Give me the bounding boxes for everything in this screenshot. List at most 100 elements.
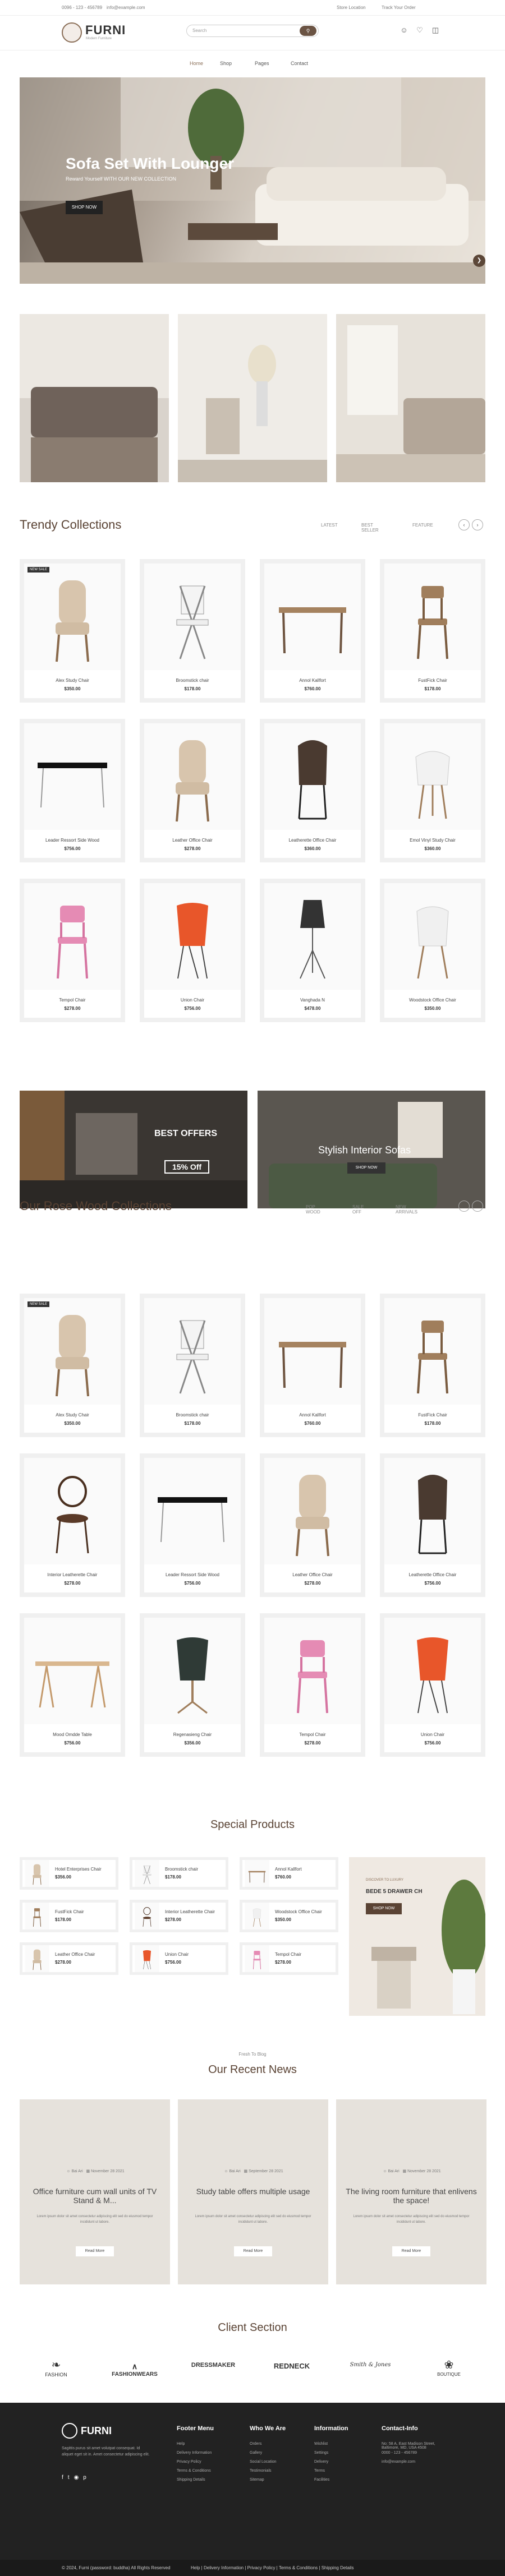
product-image[interactable]	[264, 723, 361, 830]
special-product-image[interactable]	[135, 1860, 159, 1887]
footer-link[interactable]: Testimonials	[250, 2469, 311, 2473]
track-order-link[interactable]: Track Your Order	[382, 5, 416, 10]
client-logo[interactable]: ❀ BOUTIQUE	[415, 2358, 483, 2392]
hero-shop-button[interactable]: SHOP NOW	[66, 201, 103, 214]
product-name[interactable]: Leader Ressort Side Wood	[24, 838, 121, 843]
product-card[interactable]: NEW SALE Alex Study Chair $350.00	[20, 1294, 125, 1437]
nav-home[interactable]: Home	[190, 61, 203, 66]
product-card[interactable]: Union Chair $756.00	[140, 879, 245, 1022]
best-offers-banner[interactable]: BEST OFFERS 15% Off	[20, 1091, 247, 1208]
facebook-icon[interactable]: f	[62, 2475, 68, 2481]
promo-shop-button[interactable]: SHOP NOW	[366, 1903, 402, 1914]
special-product-image[interactable]	[135, 1945, 159, 1972]
product-image[interactable]	[384, 1618, 481, 1724]
banner-living-room[interactable]	[20, 314, 169, 482]
product-name[interactable]: Emol Vinyl Study Chair	[384, 838, 481, 843]
product-card[interactable]: Broomstick chair $178.00	[140, 1294, 245, 1437]
product-image[interactable]	[384, 1458, 481, 1564]
product-name[interactable]: Leatherette Office Chair	[264, 838, 361, 843]
product-image[interactable]	[144, 723, 241, 830]
product-card[interactable]: Leader Ressort Side Wood $756.00	[140, 1453, 245, 1597]
client-logo[interactable]: ∧ FASHIONWEARS	[101, 2362, 168, 2395]
product-image[interactable]	[24, 1458, 121, 1564]
product-image[interactable]	[24, 883, 121, 990]
bottom-link[interactable]: | Delivery Information	[200, 2565, 244, 2570]
product-name[interactable]: Mood Omdde Table	[24, 1732, 121, 1737]
client-logo[interactable]: DRESSMAKER	[180, 2362, 247, 2395]
product-image[interactable]	[264, 1458, 361, 1564]
footer-logo[interactable]: FURNI	[81, 2425, 112, 2437]
product-image[interactable]	[144, 1298, 241, 1405]
product-card[interactable]: Vanghada N $478.00	[260, 879, 365, 1022]
product-image[interactable]	[144, 883, 241, 990]
product-card[interactable]: Woodstock Office Chair $350.00	[380, 879, 485, 1022]
product-card[interactable]: Tempol Chair $278.00	[20, 879, 125, 1022]
tab-sale-off[interactable]: SALE OFF	[352, 1204, 364, 1215]
product-image[interactable]	[144, 1618, 241, 1724]
nav-shop[interactable]: Shop	[220, 61, 232, 66]
special-product-name[interactable]: Leather Office Chair	[55, 1952, 117, 1957]
product-image[interactable]	[384, 564, 481, 670]
special-product-name[interactable]: Broomstick chair	[165, 1867, 227, 1872]
special-product-card[interactable]: FustFick Chair $178.00	[20, 1900, 118, 1932]
client-logo[interactable]: REDNECK	[258, 2362, 325, 2395]
special-product-image[interactable]	[245, 1860, 269, 1887]
special-product-name[interactable]: Tempol Chair	[275, 1952, 337, 1957]
read-more-button[interactable]: Read More	[76, 2246, 114, 2256]
prev-arrow-icon[interactable]: ‹	[458, 1201, 470, 1212]
product-card[interactable]: Annol Kallfort $760.00	[260, 559, 365, 703]
product-image[interactable]	[384, 883, 481, 990]
footer-link[interactable]: Settings	[314, 2451, 376, 2455]
special-promo-banner[interactable]: DISCOVER TO LUXURY BEDE 5 DRAWER CH SHOP…	[349, 1857, 485, 2016]
product-image[interactable]	[24, 564, 121, 670]
product-card[interactable]: Union Chair $756.00	[380, 1613, 485, 1757]
footer-link[interactable]: Privacy Policy	[177, 2460, 238, 2464]
product-card[interactable]: Broomstick chair $178.00	[140, 559, 245, 703]
heart-icon[interactable]: ♡	[415, 26, 424, 35]
product-name[interactable]: Woodstock Office Chair	[384, 998, 481, 1003]
footer-link[interactable]: Social Location	[250, 2460, 311, 2464]
news-headline[interactable]: Study table offers multiple usage	[186, 2187, 320, 2196]
tab-feature[interactable]: FEATURE	[412, 523, 433, 528]
read-more-button[interactable]: Read More	[392, 2246, 430, 2256]
footer-link[interactable]: Delivery Information	[177, 2451, 238, 2455]
sofas-shop-button[interactable]: SHOP NOW	[347, 1162, 385, 1174]
special-product-card[interactable]: Broomstick chair $178.00	[130, 1857, 228, 1890]
search-button[interactable]: ⚲	[300, 26, 316, 36]
product-name[interactable]: Vanghada N	[264, 998, 361, 1003]
product-name[interactable]: Annol Kallfort	[264, 678, 361, 683]
product-image[interactable]	[24, 1298, 121, 1405]
product-name[interactable]: Union Chair	[384, 1732, 481, 1737]
next-arrow-icon[interactable]: ›	[472, 519, 483, 530]
product-card[interactable]: Leatherette Office Chair $360.00	[260, 719, 365, 862]
news-headline[interactable]: Office furniture cum wall units of TV St…	[27, 2187, 162, 2205]
product-image[interactable]	[264, 1298, 361, 1405]
tab-latest[interactable]: LATEST	[321, 523, 338, 528]
special-product-name[interactable]: Hotel Enterprises Chair	[55, 1867, 117, 1872]
prev-arrow-icon[interactable]: ‹	[458, 519, 470, 530]
product-name[interactable]: Leather Office Chair	[144, 838, 241, 843]
special-product-card[interactable]: Tempol Chair $278.00	[240, 1942, 338, 1975]
product-card[interactable]: FustFick Chair $178.00	[380, 559, 485, 703]
footer-link[interactable]: Gallery	[250, 2451, 311, 2455]
stylish-sofas-banner[interactable]: Stylish Interior Sofas SHOP NOW	[258, 1091, 485, 1208]
nav-contact[interactable]: Contact	[291, 61, 308, 66]
footer-link[interactable]: 0000 - 123 - 456789	[382, 2451, 449, 2455]
special-product-name[interactable]: Annol Kallfort	[275, 1867, 337, 1872]
product-card[interactable]: FustFick Chair $178.00	[380, 1294, 485, 1437]
bottom-link[interactable]: | Terms & Conditions	[275, 2565, 318, 2570]
bottom-link[interactable]: Help	[191, 2565, 200, 2570]
product-name[interactable]: Broomstick chair	[144, 678, 241, 683]
instagram-icon[interactable]: ◉	[74, 2475, 84, 2481]
product-card[interactable]: Leatherette Office Chair $756.00	[380, 1453, 485, 1597]
product-name[interactable]: Regenasieng Chair	[144, 1732, 241, 1737]
product-card[interactable]: Leather Office Chair $278.00	[260, 1453, 365, 1597]
logo-icon[interactable]	[62, 22, 82, 43]
user-icon[interactable]: ☺	[400, 26, 408, 35]
hero-slider[interactable]: Sofa Set With Lounger Reward Yourself WI…	[20, 77, 485, 284]
footer-link[interactable]: Sitemap	[250, 2478, 311, 2482]
special-product-image[interactable]	[245, 1945, 269, 1972]
product-image[interactable]	[24, 723, 121, 830]
footer-link[interactable]: Shipping Details	[177, 2478, 238, 2482]
banner-chair-room[interactable]	[178, 314, 327, 482]
